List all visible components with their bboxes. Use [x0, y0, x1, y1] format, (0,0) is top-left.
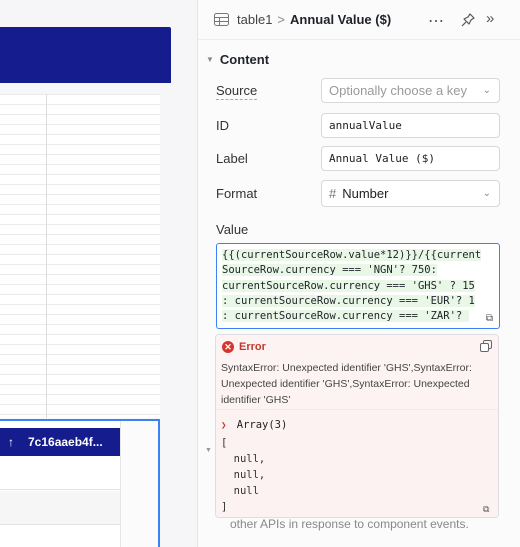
format-select[interactable]: # Number ⌄	[321, 180, 500, 207]
table-row[interactable]	[0, 526, 120, 547]
id-input[interactable]: annualValue	[321, 113, 500, 138]
footer-help-text: other APIs in response to component even…	[230, 517, 469, 531]
label-label: Label	[216, 151, 248, 166]
inspector-title: Annual Value ($)	[290, 12, 392, 27]
content-section-header[interactable]: ▼ Content	[206, 52, 269, 67]
caret-right-icon: ❯	[221, 421, 227, 431]
sort-ascending-icon[interactable]: ↑	[4, 435, 18, 449]
table-row[interactable]	[0, 491, 120, 525]
error-popover: ✕ Error SyntaxError: Unexpected identifi…	[215, 334, 499, 518]
hash-icon: #	[329, 186, 337, 201]
code-line: : currentSourceRow.currency === 'EUR'? 1	[222, 295, 475, 307]
id-value: annualValue	[329, 119, 402, 132]
format-value: Number	[342, 186, 389, 201]
expand-editor-icon[interactable]: ⧉	[483, 312, 496, 325]
copy-icon[interactable]	[480, 340, 492, 352]
source-placeholder: Optionally choose a key	[329, 83, 468, 98]
table-row[interactable]	[0, 456, 120, 490]
collapse-panel-icon[interactable]: »	[486, 10, 494, 27]
caret-down-icon: ▼	[205, 447, 212, 454]
source-select[interactable]: Optionally choose a key ⌄	[321, 78, 500, 103]
pin-icon[interactable]	[460, 12, 476, 28]
chevron-down-icon: ⌄	[482, 85, 491, 96]
label-input[interactable]: Annual Value ($)	[321, 146, 500, 171]
error-header: ✕ Error SyntaxError: Unexpected identifi…	[216, 335, 498, 409]
array-toggle[interactable]: ❯ Array(3)	[221, 419, 287, 431]
error-title-text: Error	[239, 341, 266, 353]
array-line: ]	[221, 501, 228, 513]
grid-column-divider	[46, 94, 47, 418]
array-preview: ❯ Array(3) [ null, null, null ] ⧉	[216, 410, 498, 517]
column-header-label: 7c16aaeb4f...	[28, 435, 103, 449]
selected-table-component[interactable]: ↑ 7c16aaeb4f...	[0, 419, 160, 547]
error-title: ✕ Error	[222, 341, 266, 353]
content-section-title: Content	[219, 52, 270, 67]
array-line: [	[221, 437, 228, 449]
breadcrumb-separator: >	[277, 12, 286, 27]
app-navbar-component[interactable]	[0, 27, 171, 83]
expand-icon[interactable]: ⧉	[483, 504, 495, 516]
more-options-icon[interactable]: ⋯	[428, 11, 445, 31]
id-label: ID	[216, 118, 229, 133]
inspector-header: table1 > Annual Value ($) ⋯ »	[198, 0, 520, 40]
array-line: null,	[221, 469, 266, 481]
table-side-column	[120, 421, 158, 547]
error-x-icon: ✕	[222, 341, 234, 353]
format-label: Format	[216, 186, 258, 201]
breadcrumb-parent[interactable]: table1	[237, 12, 272, 27]
error-message: SyntaxError: Unexpected identifier 'GHS'…	[221, 362, 472, 406]
table-icon	[214, 13, 229, 26]
code-line: {{(currentSourceRow.value*12)}}/{{curren…	[222, 249, 482, 261]
value-code-editor[interactable]: {{(currentSourceRow.value*12)}}/{{curren…	[216, 243, 500, 329]
array-line: null,	[221, 453, 266, 465]
editor-canvas[interactable]: ↑ 7c16aaeb4f...	[0, 0, 197, 547]
grid-container-component[interactable]	[0, 94, 160, 418]
code-line: SourceRow.currency === 'NGN'? 750:	[222, 264, 437, 276]
source-label: Source	[216, 83, 258, 100]
table-column-header[interactable]: ↑ 7c16aaeb4f...	[0, 428, 120, 456]
caret-down-icon: ▼	[206, 55, 214, 64]
array-line: null	[221, 485, 259, 497]
value-label: Value	[216, 222, 249, 237]
app-root: ↑ 7c16aaeb4f... table1 > Annual Value ($…	[0, 0, 520, 547]
chevron-down-icon: ⌄	[482, 188, 491, 199]
array-title: Array(3)	[236, 419, 288, 431]
code-line: currentSourceRow.currency === 'GHS' ? 15	[222, 280, 475, 292]
label-value: Annual Value ($)	[329, 152, 435, 165]
code-line: : currentSourceRow.currency === 'ZAR'?	[222, 310, 469, 322]
